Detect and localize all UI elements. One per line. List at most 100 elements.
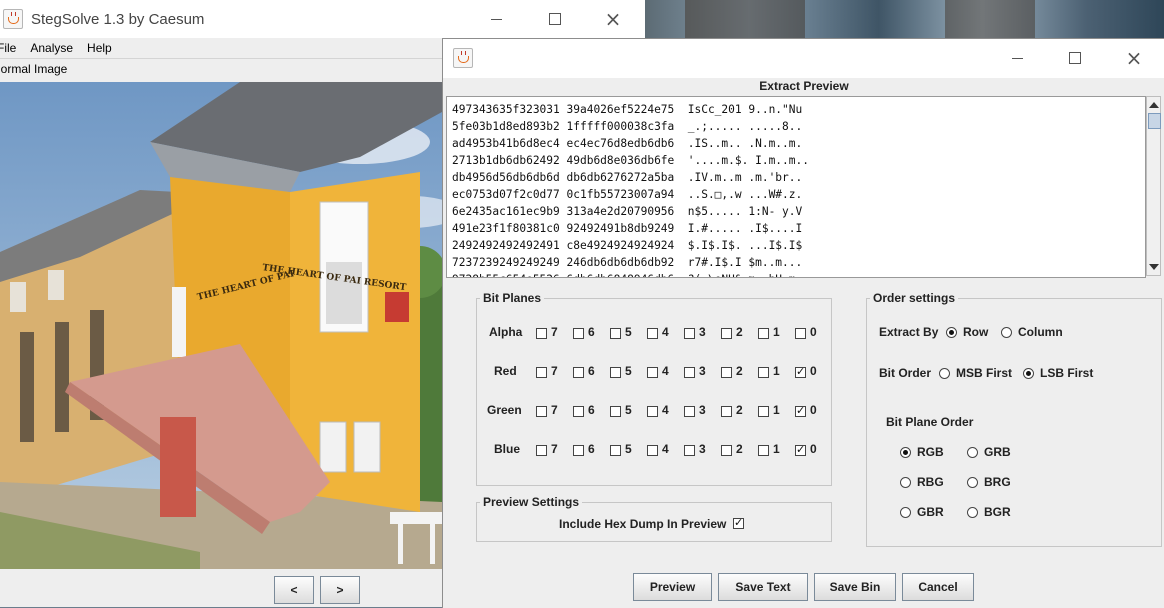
- bit-alpha-2-checkbox[interactable]: [721, 328, 732, 339]
- scroll-up-icon[interactable]: [1149, 102, 1159, 108]
- plane-order-grb-radio[interactable]: [967, 447, 978, 458]
- bit-alpha-6-checkbox[interactable]: [573, 328, 584, 339]
- lsb-first-radio[interactable]: [1023, 368, 1034, 379]
- plane-order-gbr-label[interactable]: GBR: [917, 505, 944, 519]
- main-titlebar[interactable]: StegSolve 1.3 by Caesum ×: [0, 0, 645, 38]
- dialog-minimize-button[interactable]: [994, 39, 1040, 77]
- maximize-button[interactable]: [532, 0, 578, 38]
- bit-label: 2: [736, 364, 743, 378]
- bit-label: 4: [662, 364, 669, 378]
- plane-order-rgb-radio[interactable]: [900, 447, 911, 458]
- bit-red-5-checkbox[interactable]: [610, 367, 621, 378]
- bit-red-6-checkbox[interactable]: [573, 367, 584, 378]
- save-text-button[interactable]: Save Text: [718, 573, 808, 601]
- preview-line: 2492492492492491 c8e4924924924924 $.I$.I…: [452, 239, 803, 252]
- bit-plane-row-label-red: Red: [494, 364, 517, 378]
- plane-order-rbg-radio[interactable]: [900, 477, 911, 488]
- maximize-icon: [1069, 52, 1081, 64]
- preview-scrollbar[interactable]: [1146, 96, 1161, 276]
- bit-green-6-checkbox[interactable]: [573, 406, 584, 417]
- bit-label: 7: [551, 364, 558, 378]
- extract-column-label[interactable]: Column: [1018, 325, 1063, 339]
- bit-red-2-checkbox[interactable]: [721, 367, 732, 378]
- extract-row-label[interactable]: Row: [963, 325, 988, 339]
- extract-column-radio[interactable]: [1001, 327, 1012, 338]
- bit-blue-1-checkbox[interactable]: [758, 445, 769, 456]
- bit-label: 2: [736, 325, 743, 339]
- plane-order-brg-label[interactable]: BRG: [984, 475, 1011, 489]
- stego-image-view: THE HEART OF PAI THE HEART OF PAI RESORT: [0, 82, 442, 569]
- preview-line: ad4953b41b6d8ec4 ec4ec76d8edb6db6 .IS..m…: [452, 137, 803, 150]
- order-settings-title: Order settings: [870, 291, 959, 305]
- bit-blue-2-checkbox[interactable]: [721, 445, 732, 456]
- bit-red-7-checkbox[interactable]: [536, 367, 547, 378]
- preview-line: 9728b55c654e5526 6db6db6848946db6 ?(.\eN…: [452, 271, 1145, 277]
- bit-alpha-0-checkbox[interactable]: [795, 328, 806, 339]
- bit-green-5-checkbox[interactable]: [610, 406, 621, 417]
- cancel-button[interactable]: Cancel: [902, 573, 974, 601]
- hexdump-checkbox[interactable]: [733, 516, 744, 529]
- bit-red-1-checkbox[interactable]: [758, 367, 769, 378]
- menu-analyse[interactable]: Analyse: [30, 41, 73, 55]
- scroll-thumb[interactable]: [1148, 113, 1161, 129]
- bit-label: 1: [773, 442, 780, 456]
- bit-blue-6-checkbox[interactable]: [573, 445, 584, 456]
- preview-settings-group: Preview Settings Include Hex Dump In Pre…: [476, 495, 832, 542]
- bit-blue-5-checkbox[interactable]: [610, 445, 621, 456]
- save-bin-button[interactable]: Save Bin: [814, 573, 896, 601]
- msb-first-radio[interactable]: [939, 368, 950, 379]
- menu-help[interactable]: Help: [87, 41, 112, 55]
- plane-order-bgr-label[interactable]: BGR: [984, 505, 1011, 519]
- bit-alpha-7-checkbox[interactable]: [536, 328, 547, 339]
- bit-label: 4: [662, 325, 669, 339]
- plane-order-grb-label[interactable]: GRB: [984, 445, 1011, 459]
- extract-preview-text[interactable]: 497343635f323031 39a4026ef5224e75 IsCc_2…: [446, 96, 1146, 278]
- bit-blue-7-checkbox[interactable]: [536, 445, 547, 456]
- bit-green-2-checkbox[interactable]: [721, 406, 732, 417]
- bit-blue-3-checkbox[interactable]: [684, 445, 695, 456]
- bit-alpha-4-checkbox[interactable]: [647, 328, 658, 339]
- scroll-down-icon[interactable]: [1149, 264, 1159, 270]
- plane-order-rbg-label[interactable]: RBG: [917, 475, 944, 489]
- bit-green-7-checkbox[interactable]: [536, 406, 547, 417]
- dialog-close-button[interactable]: ×: [1111, 39, 1157, 77]
- plane-order-rgb-label[interactable]: RGB: [917, 445, 944, 459]
- minimize-button[interactable]: [473, 0, 519, 38]
- close-icon: ×: [1125, 46, 1143, 70]
- bit-alpha-1-checkbox[interactable]: [758, 328, 769, 339]
- plane-order-bgr-radio[interactable]: [967, 507, 978, 518]
- bit-green-1-checkbox[interactable]: [758, 406, 769, 417]
- bit-red-0-checkbox[interactable]: [795, 365, 806, 378]
- bit-green-4-checkbox[interactable]: [647, 406, 658, 417]
- desktop-background: [645, 0, 1164, 40]
- plane-order-gbr-radio[interactable]: [900, 507, 911, 518]
- bit-label: 7: [551, 442, 558, 456]
- bit-green-0-checkbox[interactable]: [795, 404, 806, 417]
- bit-green-3-checkbox[interactable]: [684, 406, 695, 417]
- desktop-rock-shape: [685, 0, 805, 40]
- bit-alpha-3-checkbox[interactable]: [684, 328, 695, 339]
- msb-first-label[interactable]: MSB First: [956, 366, 1012, 380]
- dialog-titlebar[interactable]: ×: [443, 39, 1164, 78]
- minimize-icon: [1011, 57, 1023, 59]
- plane-order-brg-radio[interactable]: [967, 477, 978, 488]
- preview-button[interactable]: Preview: [633, 573, 712, 601]
- close-button[interactable]: ×: [590, 0, 636, 38]
- bit-alpha-5-checkbox[interactable]: [610, 328, 621, 339]
- order-settings-group: Order settings Extract By Row Column Bit…: [866, 291, 1162, 547]
- previous-image-button[interactable]: <: [274, 576, 314, 604]
- bit-red-4-checkbox[interactable]: [647, 367, 658, 378]
- dialog-maximize-button[interactable]: [1052, 39, 1098, 77]
- lsb-first-label[interactable]: LSB First: [1040, 366, 1093, 380]
- bit-label: 3: [699, 403, 706, 417]
- bit-label: 1: [773, 325, 780, 339]
- bit-blue-0-checkbox[interactable]: [795, 443, 806, 456]
- extract-row-radio[interactable]: [946, 327, 957, 338]
- bit-plane-row-label-blue: Blue: [494, 442, 521, 456]
- next-image-button[interactable]: >: [320, 576, 360, 604]
- bit-label: 3: [699, 325, 706, 339]
- menu-file[interactable]: File: [0, 41, 16, 55]
- bit-blue-4-checkbox[interactable]: [647, 445, 658, 456]
- bit-label: 7: [551, 325, 558, 339]
- bit-red-3-checkbox[interactable]: [684, 367, 695, 378]
